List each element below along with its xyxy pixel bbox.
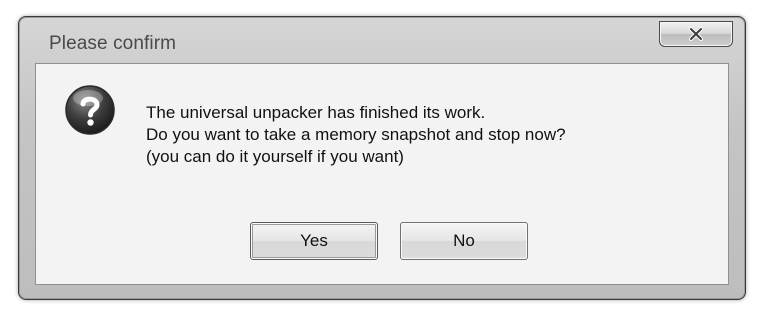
close-button[interactable]	[659, 21, 733, 47]
message-line: (you can do it yourself if you want)	[146, 147, 404, 166]
message-line: The universal unpacker has finished its …	[146, 103, 486, 122]
yes-button[interactable]: Yes	[250, 222, 378, 260]
message-line: Do you want to take a memory snapshot an…	[146, 125, 566, 144]
question-mark-icon	[65, 85, 115, 135]
dialog-message: The universal unpacker has finished its …	[146, 102, 566, 168]
title-bar[interactable]: Please confirm	[19, 17, 745, 61]
close-icon	[689, 27, 703, 41]
screen: Please confirm The universal unpacker ha…	[0, 0, 764, 318]
confirm-dialog: Please confirm The universal unpacker ha…	[18, 16, 746, 300]
dialog-title: Please confirm	[49, 33, 177, 54]
no-button[interactable]: No	[400, 222, 528, 260]
dialog-body: The universal unpacker has finished its …	[35, 63, 729, 285]
